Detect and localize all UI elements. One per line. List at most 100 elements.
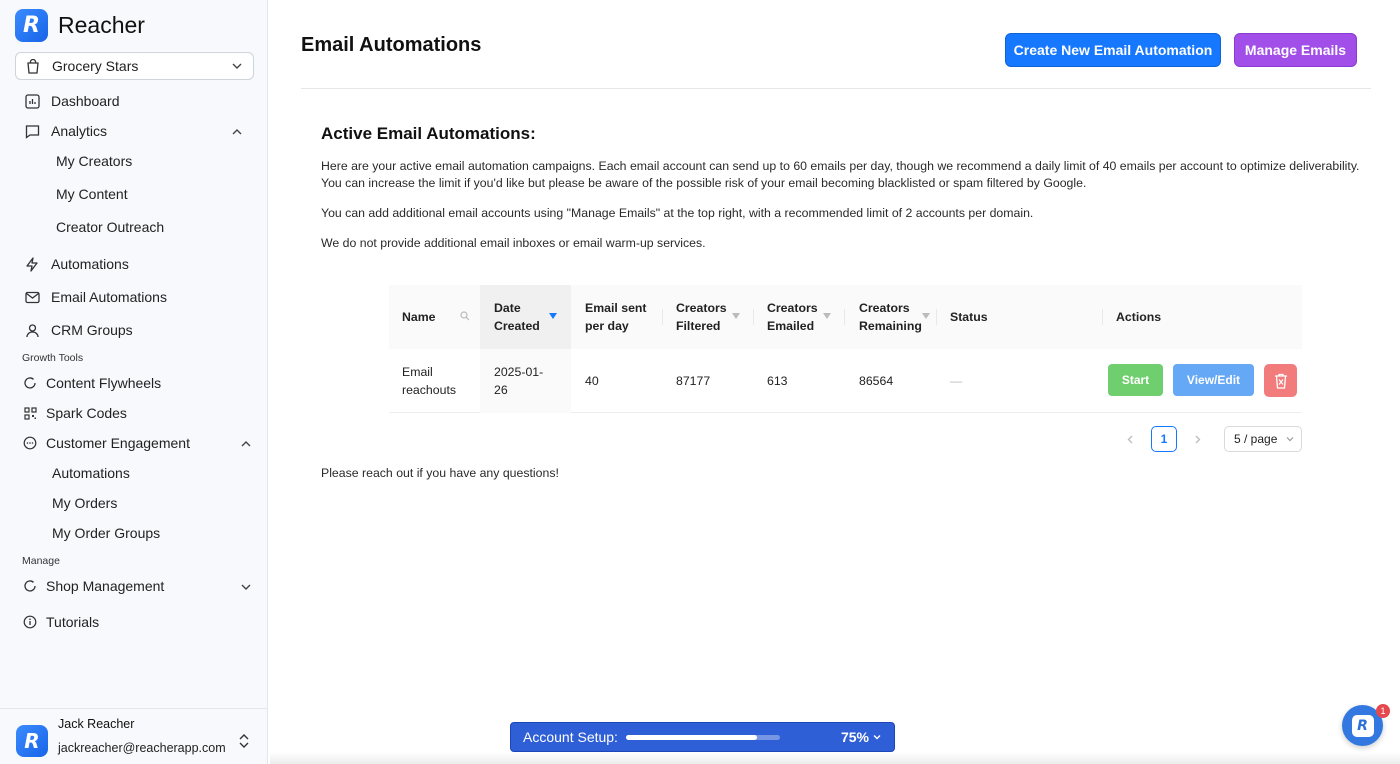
column-separator [662,309,663,325]
prev-page-icon[interactable] [1126,435,1135,444]
col-header-date-created[interactable]: Date Created [480,285,571,349]
sort-icon[interactable] [922,313,930,319]
sidebar-item-customer-engagement[interactable]: Customer Engagement [22,432,190,454]
setup-percent-text: 75% [840,729,869,745]
manage-emails-button[interactable]: Manage Emails [1234,33,1357,67]
setup-progress-track [625,734,780,740]
page-size-value: 5 / page [1234,432,1278,446]
sidebar-item-label: Shop Management [46,578,165,594]
store-selector[interactable]: Grocery Stars [15,52,254,80]
shopping-bag-icon [27,58,39,74]
setup-percent: 75% [841,729,882,745]
bottom-shade [270,752,1400,764]
col-label: per day [585,319,629,333]
search-icon[interactable] [460,311,470,321]
intro-line-2: You can increase the limit if you'd like… [321,176,1087,190]
user-icon [24,322,40,338]
brand[interactable]: R Reacher [15,9,145,42]
table-header: Name Date Created Email sent per day Creat… [389,285,1302,349]
sidebar-item-my-creators[interactable]: My Creators [56,150,132,172]
cell-email-sent: 40 [585,374,599,388]
sidebar-item-spark-codes[interactable]: Spark Codes [22,402,127,424]
cell-date-created: 2025-01- 26 [480,349,571,413]
setup-label: Account Setup: [523,729,618,745]
sidebar-item-label: Customer Engagement [46,435,190,451]
chevron-up-icon[interactable] [230,125,244,139]
col-label: Status [950,310,988,324]
chat-bubble-icon [22,435,38,451]
setup-progress-fill [625,734,757,740]
sidebar-item-creator-outreach[interactable]: Creator Outreach [56,216,164,238]
intro-paragraph: Here are your active email automation ca… [321,158,1381,192]
sidebar-item-label: CRM Groups [51,322,133,338]
col-label: Name [402,310,436,324]
cell-text: Email [402,365,433,379]
automations-table: Name Date Created Email sent per day Creat… [389,285,1302,413]
chevron-down-icon [232,63,242,69]
chevron-down-icon [873,735,881,740]
start-button[interactable]: Start [1108,364,1163,396]
sidebar-item-dashboard[interactable]: Dashboard [24,90,120,112]
sidebar-item-label: Email Automations [51,289,167,305]
col-label: Creators [676,301,727,315]
page-number-button[interactable]: 1 [1151,426,1177,452]
cell-creators-emailed: 613 [767,374,788,388]
brand-name: Reacher [58,12,145,38]
col-header-email-sent[interactable]: Email sent per day [585,285,665,349]
col-header-creators-filtered[interactable]: Creators Filtered [676,285,754,349]
user-profile[interactable]: R Jack Reacher jackreacher@reacherapp.co… [0,708,267,764]
column-separator [844,309,845,325]
chevron-down-icon[interactable] [239,580,253,594]
chevron-up-icon[interactable] [239,437,253,451]
col-header-name[interactable]: Name [402,285,480,349]
section-label-manage: Manage [22,555,60,567]
column-separator [753,309,754,325]
next-page-icon[interactable] [1193,435,1202,444]
sidebar-item-label: Tutorials [46,614,100,630]
sidebar-item-crm-groups[interactable]: CRM Groups [24,319,133,341]
cell-text: 26 [494,383,508,397]
cell-text: reachouts [402,383,457,397]
chevron-updown-icon[interactable] [238,733,250,749]
sidebar-item-label: Automations [51,256,129,272]
sidebar-item-my-order-groups[interactable]: My Order Groups [52,522,160,544]
sort-desc-icon[interactable] [549,313,557,319]
sidebar-item-label: My Creators [56,153,133,169]
page-size-select[interactable]: 5 / page [1224,426,1302,452]
reacher-logo-icon: R [1351,714,1374,737]
view-edit-button[interactable]: View/Edit [1173,364,1254,396]
account-setup-bar[interactable]: Account Setup: 75% [510,722,895,752]
inboxes-paragraph: We do not provide additional email inbox… [321,236,706,250]
sidebar-item-email-automations[interactable]: Email Automations [24,286,167,308]
sidebar-item-content-flywheels[interactable]: Content Flywheels [22,372,161,394]
trash-icon [1274,373,1287,389]
lightning-icon [24,256,40,272]
refresh-icon [22,578,38,594]
sidebar: R Reacher Grocery Stars Dashboard Analyt… [0,0,268,764]
sidebar-item-my-orders[interactable]: My Orders [52,492,117,514]
col-label: Creators [859,301,910,315]
col-header-creators-remaining[interactable]: Creators Remaining [859,285,937,349]
footer-note: Please reach out if you have any questio… [321,466,559,480]
col-label: Email sent [585,301,647,315]
col-label: Creators [767,301,818,315]
col-header-status: Status [950,285,1030,349]
sidebar-item-analytics[interactable]: Analytics [24,120,107,142]
sidebar-item-automations[interactable]: Automations [24,253,129,275]
delete-button[interactable] [1264,364,1297,397]
accounts-paragraph: You can add additional email accounts us… [321,206,1034,220]
col-header-creators-emailed[interactable]: Creators Emailed [767,285,845,349]
store-name: Grocery Stars [52,58,139,74]
col-label: Created [494,319,540,333]
bar-chart-icon [24,93,40,109]
sidebar-item-my-content[interactable]: My Content [56,183,128,205]
sidebar-item-ce-automations[interactable]: Automations [52,462,130,484]
col-label: Remaining [859,319,922,333]
sort-icon[interactable] [823,313,831,319]
sidebar-item-tutorials[interactable]: Tutorials [22,611,99,633]
create-email-automation-button[interactable]: Create New Email Automation [1005,33,1221,67]
sort-icon[interactable] [732,313,740,319]
cell-text: 2025-01- [494,365,544,379]
sidebar-item-shop-management[interactable]: Shop Management [22,575,164,597]
sidebar-item-label: Spark Codes [46,405,127,421]
